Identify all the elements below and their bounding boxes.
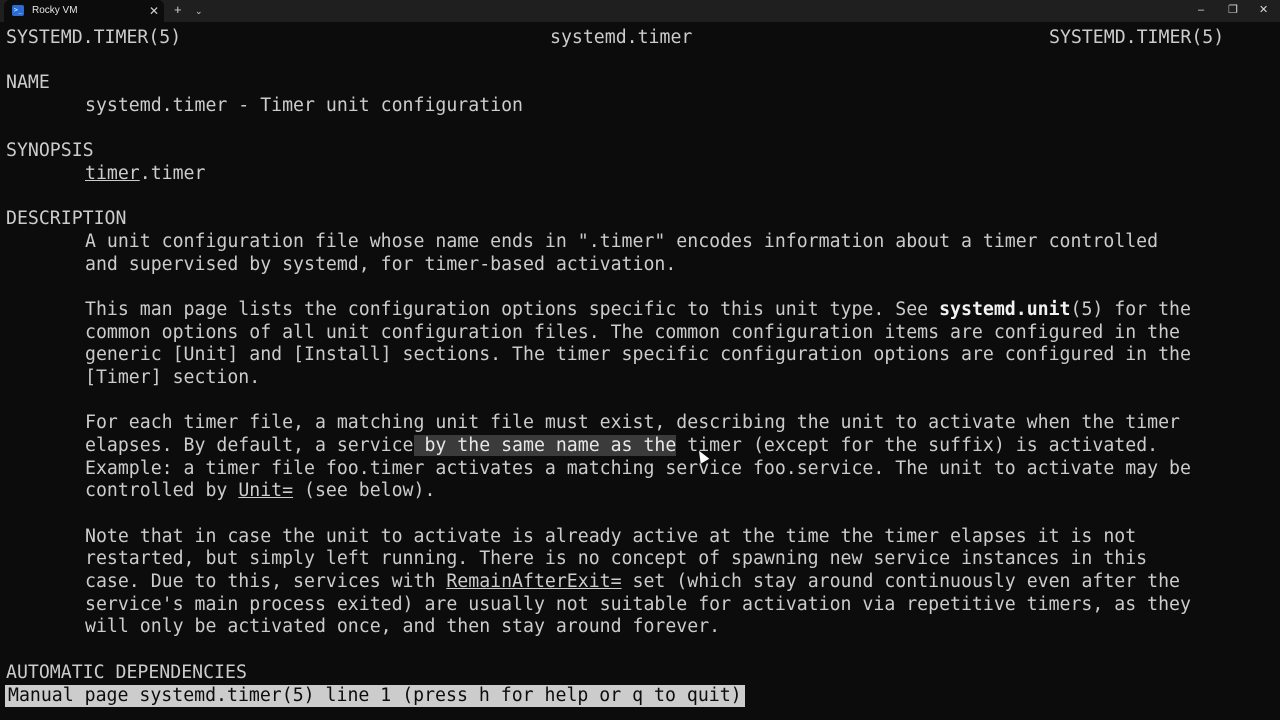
- maximize-button[interactable]: ❐: [1228, 2, 1238, 18]
- desc-p2-line1: This man page lists the configuration op…: [85, 299, 1191, 321]
- desc-p3-line1: For each timer file, a matching unit fil…: [85, 412, 1180, 433]
- desc-p4-line5: will only be activated once, and then st…: [85, 616, 721, 637]
- name-text: systemd.timer - Timer unit configuration: [85, 95, 523, 116]
- systemd-unit-ref: systemd.unit: [939, 299, 1071, 320]
- tab-dropdown-icon[interactable]: ⌄: [195, 3, 203, 19]
- section-heading-automatic-dependencies: AUTOMATIC DEPENDENCIES: [6, 662, 247, 683]
- desc-p4-line2: restarted, but simply left running. Ther…: [85, 548, 1148, 569]
- man-header-right: SYSTEMD.TIMER(5): [1049, 27, 1225, 48]
- desc-p3-line4: controlled by Unit= (see below).: [85, 480, 435, 502]
- synopsis-suffix: .timer: [139, 163, 206, 184]
- close-window-button[interactable]: ✕: [1259, 2, 1268, 18]
- desc-p1-line1: A unit configuration file whose name end…: [85, 231, 1159, 252]
- desc-p2-line1-c: (5) for the: [1070, 299, 1191, 320]
- terminal-content[interactable]: SYSTEMD.TIMER(5) systemd.timer SYSTEMD.T…: [0, 22, 1280, 720]
- man-header-center: systemd.timer: [550, 27, 693, 48]
- remainafterexit-ref: RemainAfterExit=: [446, 571, 622, 592]
- desc-p3-line4-c: (see below).: [293, 480, 436, 501]
- unit-option-ref: Unit=: [238, 480, 294, 501]
- desc-p2-line4: [Timer] section.: [85, 367, 261, 388]
- desc-p2-line2: common options of all unit configuration…: [85, 322, 1180, 343]
- desc-p3-line3: Example: a timer file foo.timer activate…: [85, 458, 1191, 479]
- desc-p1-line2: and supervised by systemd, for timer-bas…: [85, 254, 677, 275]
- desc-p4-line4: service's main process exited) are usual…: [85, 594, 1191, 615]
- man-header-left: SYSTEMD.TIMER(5): [6, 27, 182, 48]
- desc-p2-line3: generic [Unit] and [Install] sections. T…: [85, 344, 1191, 365]
- desc-p4-line3-c: set (which stay around continuously even…: [621, 571, 1180, 592]
- desc-p4-line3-a: case. Due to this, services with: [85, 571, 447, 592]
- section-heading-name: NAME: [6, 72, 50, 93]
- terminal-icon: >_: [12, 5, 24, 16]
- tab-rocky-vm[interactable]: >_ Rocky VM ✕: [4, 0, 164, 22]
- title-bar: >_ Rocky VM ✕ + ⌄ – ❐ ✕: [0, 0, 1280, 22]
- desc-p3-line2: elapses. By default, a service by the sa…: [85, 435, 1158, 457]
- desc-p3-line2-a: elapses. By default, a service: [85, 435, 414, 456]
- close-tab-icon[interactable]: ✕: [149, 3, 159, 19]
- new-tab-button[interactable]: +: [174, 2, 182, 18]
- minimize-button[interactable]: –: [1198, 2, 1204, 18]
- desc-p4-line3: case. Due to this, services with RemainA…: [85, 571, 1180, 593]
- section-heading-synopsis: SYNOPSIS: [6, 140, 94, 161]
- text-selection: by the same name as the: [413, 435, 677, 456]
- tab-title: Rocky VM: [32, 5, 78, 16]
- desc-p2-line1-a: This man page lists the configuration op…: [85, 299, 940, 320]
- desc-p3-line4-a: controlled by: [85, 480, 239, 501]
- section-heading-description: DESCRIPTION: [6, 208, 127, 229]
- desc-p4-line1: Note that in case the unit to activate i…: [85, 526, 1137, 547]
- desc-p3-line2-c: timer (except for the suffix) is activat…: [676, 435, 1159, 456]
- pager-status-bar: Manual page systemd.timer(5) line 1 (pre…: [5, 685, 745, 707]
- synopsis-timer-link: timer: [85, 163, 140, 184]
- synopsis-text: timer.timer: [85, 163, 205, 185]
